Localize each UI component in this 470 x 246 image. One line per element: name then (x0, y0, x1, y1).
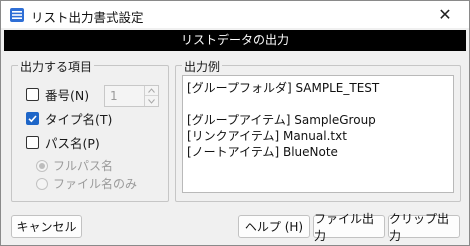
path-name-checkbox-row[interactable]: パス名(P) (26, 133, 100, 152)
stepper-buttons (144, 86, 158, 106)
clip-output-button[interactable]: クリップ出力 (388, 212, 460, 243)
list-window-icon (9, 7, 25, 23)
full-path-radio-row[interactable]: フルパス名 (36, 157, 113, 174)
output-line: [グループアイテム] SampleGroup (187, 113, 376, 127)
full-path-radio-label: フルパス名 (53, 159, 114, 173)
close-icon: ✕ (438, 5, 452, 24)
number-checkbox-row[interactable]: 番号(N) (26, 85, 89, 104)
title-bar: リスト出力書式設定 ✕ (1, 1, 469, 28)
help-button[interactable]: ヘルプ (H) (238, 215, 310, 238)
checkmark-icon (28, 115, 37, 123)
file-name-only-radio-label: ファイル名のみ (53, 177, 138, 191)
stepper-up-button[interactable] (145, 86, 158, 96)
number-start-stepper[interactable]: 1 (104, 85, 159, 107)
full-path-radio[interactable] (36, 159, 48, 172)
type-name-checkbox-label: タイプ名(T) (45, 112, 113, 127)
chevron-up-icon (148, 88, 155, 93)
output-example-legend: 出力例 (182, 58, 223, 75)
file-output-button[interactable]: ファイル出力 (313, 212, 385, 243)
type-name-checkbox[interactable] (26, 112, 39, 125)
number-checkbox-label: 番号(N) (45, 88, 90, 103)
window-title: リスト出力書式設定 (31, 10, 144, 25)
output-example-group: 出力例 [グループフォルダ] SAMPLE_TEST [グループアイテム] Sa… (175, 58, 461, 202)
stepper-down-button[interactable] (145, 96, 158, 106)
section-header: リストデータの出力 (4, 30, 466, 51)
file-name-only-radio-row[interactable]: ファイル名のみ (36, 175, 137, 192)
number-start-value: 1 (110, 89, 118, 103)
output-items-group: 出力する項目 番号(N) 1 タイプ名(T) パス名(P) フルパス名 ファイル… (11, 58, 169, 202)
type-name-checkbox-row[interactable]: タイプ名(T) (26, 109, 112, 128)
output-items-legend: 出力する項目 (18, 58, 95, 75)
chevron-down-icon (148, 98, 155, 104)
path-name-checkbox-label: パス名(P) (45, 136, 100, 151)
dialog-window: リスト出力書式設定 ✕ リストデータの出力 出力する項目 番号(N) 1 タイプ… (0, 0, 470, 246)
cancel-button[interactable]: キャンセル (11, 215, 82, 238)
output-line: [ノートアイテム] BlueNote (187, 145, 338, 159)
close-button[interactable]: ✕ (425, 2, 465, 27)
output-preview[interactable]: [グループフォルダ] SAMPLE_TEST [グループアイテム] Sample… (182, 75, 454, 193)
file-name-only-radio[interactable] (36, 177, 48, 190)
number-checkbox[interactable] (26, 88, 39, 101)
output-line: [リンクアイテム] Manual.txt (187, 129, 347, 143)
output-line: [グループフォルダ] SAMPLE_TEST (187, 81, 380, 95)
path-name-checkbox[interactable] (26, 136, 39, 149)
